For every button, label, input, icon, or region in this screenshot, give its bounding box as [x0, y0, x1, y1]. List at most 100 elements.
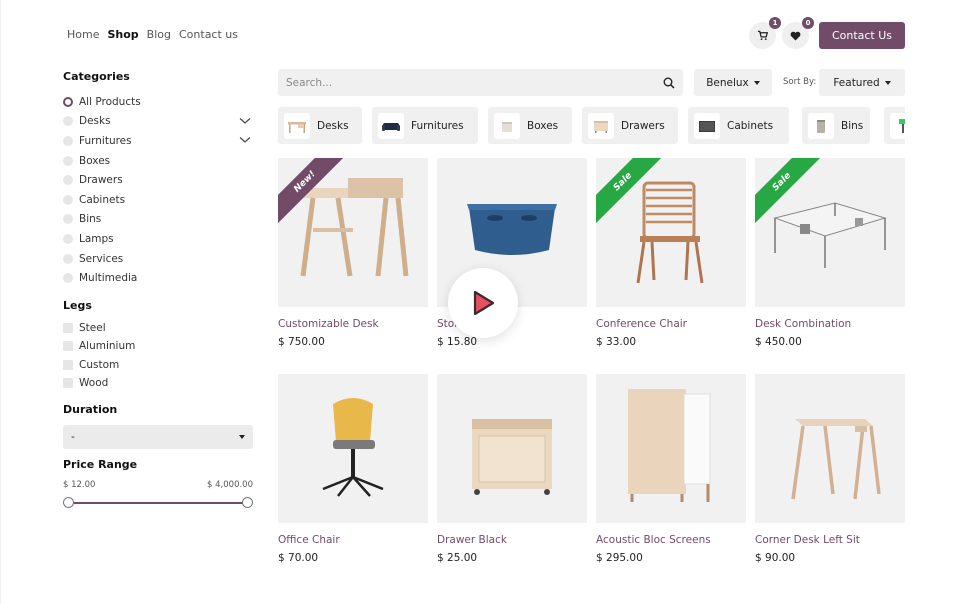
category-label: Services	[79, 252, 124, 265]
contact-us-button[interactable]: Contact Us	[819, 22, 905, 49]
category-filter-item[interactable]: Bins	[63, 210, 253, 230]
product-card[interactable]: Office Chair $ 70.00	[278, 374, 428, 564]
product-name[interactable]: Drawer Black	[437, 534, 587, 546]
category-chip[interactable]: Furnitures	[372, 107, 478, 144]
category-filter-item[interactable]: Furnitures	[63, 131, 253, 151]
category-chip[interactable]: Drawers	[582, 107, 678, 144]
product-name[interactable]: Corner Desk Left Sit	[755, 534, 905, 546]
category-chip[interactable]: Cabinets	[688, 107, 789, 144]
cart-icon	[757, 30, 768, 41]
chevron-down-icon[interactable]	[239, 116, 251, 126]
category-radio[interactable]	[63, 214, 73, 225]
play-video-button[interactable]	[448, 268, 518, 338]
legs-checkbox[interactable]	[63, 377, 73, 388]
category-filter-item[interactable]: Desks	[63, 112, 253, 132]
category-thumbnail	[808, 112, 834, 139]
sort-dropdown[interactable]: Featured	[819, 69, 905, 96]
duration-select[interactable]: -	[63, 425, 253, 450]
nav-blog[interactable]: Blog	[147, 28, 171, 41]
nav-contact-us[interactable]: Contact us	[179, 28, 238, 41]
legs-checkbox[interactable]	[63, 341, 73, 352]
category-filter-item[interactable]: Boxes	[63, 151, 253, 171]
wishlist-button[interactable]: 0	[782, 17, 814, 49]
legs-filter-item[interactable]: Wood	[63, 374, 253, 392]
product-card[interactable]: Sale Conference Chair $ 33.00	[596, 158, 746, 348]
category-thumbnail	[890, 112, 905, 139]
sort-value: Featured	[833, 76, 880, 89]
product-image[interactable]: Sale	[755, 158, 905, 307]
product-price: $ 70.00	[278, 552, 319, 564]
legs-checkbox[interactable]	[63, 323, 73, 334]
category-chip[interactable]: Desks	[278, 107, 362, 144]
category-radio[interactable]	[63, 233, 73, 244]
price-range-slider[interactable]	[63, 497, 253, 509]
category-list: All Products Desks Furnitures Boxes Drawers C…	[63, 92, 253, 288]
category-radio[interactable]	[63, 253, 73, 264]
category-chip-label: Boxes	[527, 119, 559, 132]
product-image[interactable]: Sale	[596, 158, 746, 307]
wishlist-count-badge: 0	[802, 17, 814, 29]
product-name[interactable]: Desk Combination	[755, 318, 905, 330]
category-radio[interactable]	[63, 116, 73, 127]
search-input[interactable]	[286, 76, 626, 89]
product-image[interactable]	[437, 374, 587, 523]
category-thumbnail	[284, 112, 310, 139]
product-card[interactable]: Drawer Black $ 25.00	[437, 374, 587, 564]
price-min: $ 12.00	[63, 480, 96, 491]
legs-checkbox[interactable]	[63, 359, 73, 370]
category-filter-item[interactable]: All Products	[63, 92, 253, 112]
search-icon[interactable]	[663, 77, 675, 89]
category-filter-item[interactable]: Lamps	[63, 229, 253, 249]
category-label: Lamps	[79, 232, 114, 245]
category-filter-item[interactable]: Services	[63, 249, 253, 269]
category-chip-label: Cabinets	[727, 119, 774, 132]
drawer-icon	[594, 120, 608, 133]
category-filter-item[interactable]: Multimedia	[63, 268, 253, 288]
product-name[interactable]: Conference Chair	[596, 318, 746, 330]
category-radio[interactable]	[63, 96, 73, 107]
cabinet-icon	[699, 120, 715, 132]
chevron-down-icon[interactable]	[239, 135, 251, 145]
box-icon	[502, 121, 512, 132]
slider-min-handle[interactable]	[63, 497, 74, 509]
legs-filter-item[interactable]: Custom	[63, 356, 253, 374]
category-radio[interactable]	[63, 155, 73, 166]
product-image[interactable]	[755, 374, 905, 523]
product-card[interactable]: Acoustic Bloc Screens $ 295.00	[596, 374, 746, 564]
pricelist-dropdown[interactable]: Benelux	[694, 69, 772, 96]
product-illustration	[322, 398, 384, 497]
product-illustration	[628, 389, 711, 502]
category-chip[interactable]: Bins	[802, 107, 870, 144]
product-card[interactable]: Sale Desk Combination $ 450.00	[755, 158, 905, 348]
cart-button[interactable]: 1	[749, 17, 781, 49]
category-chip[interactable]: Boxes	[488, 107, 572, 144]
nav-shop[interactable]: Shop	[107, 28, 138, 41]
product-image[interactable]	[278, 374, 428, 523]
category-label: Cabinets	[79, 193, 126, 206]
category-radio[interactable]	[63, 175, 73, 186]
category-radio[interactable]	[63, 273, 73, 284]
product-card[interactable]: Corner Desk Left Sit $ 90.00	[755, 374, 905, 564]
product-name[interactable]: Customizable Desk	[278, 318, 428, 330]
category-radio[interactable]	[63, 135, 73, 146]
product-price: $ 15.80	[437, 336, 478, 348]
product-name[interactable]: Office Chair	[278, 534, 428, 546]
category-filter-item[interactable]: Cabinets	[63, 190, 253, 210]
product-image[interactable]: New!	[278, 158, 428, 307]
slider-max-handle[interactable]	[242, 497, 253, 509]
category-filter-item[interactable]: Drawers	[63, 170, 253, 190]
bin-icon	[817, 119, 825, 133]
product-image[interactable]	[596, 374, 746, 523]
legs-label: Custom	[79, 358, 120, 371]
legs-filter-item[interactable]: Steel	[63, 319, 253, 337]
category-chip-partial[interactable]	[884, 107, 905, 144]
product-name[interactable]: Acoustic Bloc Screens	[596, 534, 746, 546]
product-card[interactable]: New! Customizable Desk $ 750.00	[278, 158, 428, 348]
nav-home[interactable]: Home	[67, 28, 99, 41]
category-radio[interactable]	[63, 194, 73, 205]
lamp-icon	[899, 118, 905, 133]
legs-list: Steel Aluminium Custom Wood	[63, 319, 253, 392]
legs-label: Steel	[79, 322, 106, 335]
legs-filter-item[interactable]: Aluminium	[63, 337, 253, 355]
pricelist-label: Benelux	[706, 76, 749, 89]
